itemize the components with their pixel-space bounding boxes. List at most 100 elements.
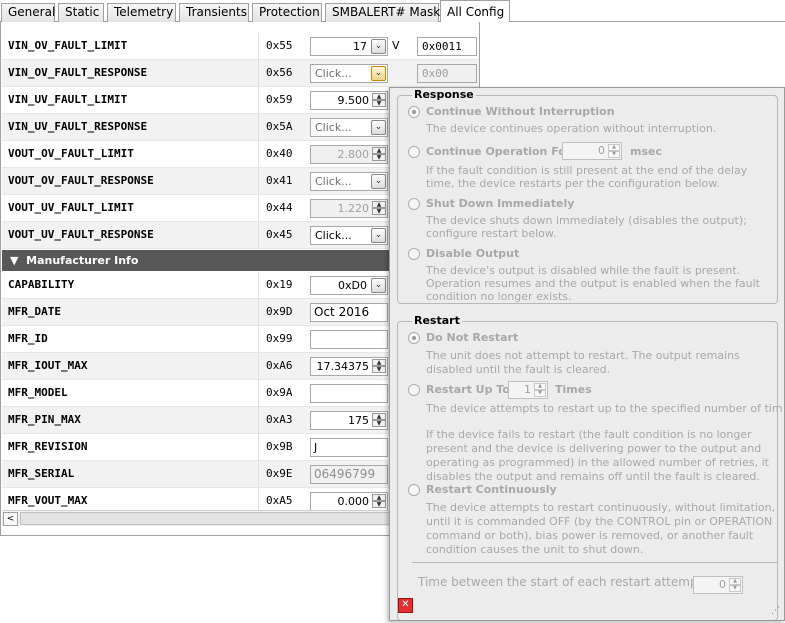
spinner[interactable]: ▲ ▼: [372, 359, 386, 374]
register-code: 0x99: [266, 332, 293, 345]
radio-button[interactable]: [408, 248, 420, 260]
spinner: ▲ ▼: [534, 383, 546, 397]
register-code: 0x55: [266, 39, 293, 52]
column-separator: [258, 353, 259, 379]
option-description: time, the device restarts per the config…: [426, 177, 720, 190]
spin-up-icon: ▲: [372, 201, 386, 208]
column-separator: [258, 272, 259, 298]
capability-select[interactable]: 0xD0 ⌄: [310, 276, 388, 295]
divider: [412, 562, 778, 563]
resize-grip-icon[interactable]: ⋰: [771, 607, 781, 617]
tab-telemetry[interactable]: Telemetry: [107, 3, 176, 22]
option-description: If the device fails to restart (the faul…: [426, 428, 752, 441]
mfr-iout-max-input[interactable]: 17.34375 ▲ ▼: [310, 357, 388, 376]
spin-up-icon[interactable]: ▲: [372, 494, 386, 501]
column-separator: [258, 326, 259, 352]
field-value: 175: [348, 414, 369, 427]
group-header-manufacturer-info[interactable]: ▼ Manufacturer Info: [2, 250, 390, 271]
radio-button[interactable]: [408, 146, 420, 158]
register-name: VOUT_UV_FAULT_LIMIT: [8, 201, 134, 214]
chevron-down-icon[interactable]: ⌄: [371, 120, 386, 135]
spin-up-icon: ▲: [372, 147, 386, 154]
option-description: If the fault condition is still present …: [426, 164, 748, 177]
radio-button[interactable]: [408, 332, 420, 344]
spin-down-icon[interactable]: ▼: [372, 366, 386, 373]
radio-button[interactable]: [408, 484, 420, 496]
spinner[interactable]: ▲ ▼: [372, 93, 386, 108]
mfr-date-input[interactable]: Oct 2016: [310, 303, 388, 322]
register-code: 0x19: [266, 278, 293, 291]
field-value: 0xD0: [338, 279, 367, 292]
register-name: MFR_MODEL: [8, 386, 68, 399]
scroll-left-icon[interactable]: <: [3, 512, 18, 526]
spinner[interactable]: ▲ ▼: [372, 413, 386, 428]
vin-uv-fault-response-select[interactable]: Click... ⌄: [310, 118, 388, 137]
vout-uv-fault-limit-input: 1.220 ▲ ▼: [310, 199, 388, 218]
field-value: Click...: [315, 229, 352, 242]
chevron-down-icon[interactable]: ⌄: [371, 278, 386, 293]
response-group: Response Continue Without Interruption T…: [397, 88, 778, 304]
register-name: MFR_DATE: [8, 305, 61, 318]
vin-ov-fault-limit-input[interactable]: 17 ⌄: [310, 37, 388, 56]
spin-down-icon[interactable]: ▼: [372, 501, 386, 508]
chevron-down-icon[interactable]: ⌄: [371, 66, 386, 81]
option-label: Restart Up To: [426, 383, 510, 396]
register-code: 0x9B: [266, 440, 293, 453]
register-name: MFR_SERIAL: [8, 467, 75, 480]
option-label: Continue Operation For: [426, 145, 572, 158]
field-value: 1.220: [337, 202, 370, 215]
chevron-down-icon[interactable]: ⌄: [371, 174, 386, 189]
spin-up-icon: ▲: [608, 144, 620, 151]
radio-button[interactable]: [408, 106, 420, 118]
vout-ov-fault-response-select[interactable]: Click... ⌄: [310, 172, 388, 191]
option-description: condition no longer exists.: [426, 290, 572, 303]
mfr-model-input[interactable]: [310, 384, 388, 403]
spin-down-icon[interactable]: ▼: [372, 100, 386, 107]
tab-static[interactable]: Static: [58, 3, 104, 22]
response-group-title: Response: [412, 88, 476, 102]
field-value: Click...: [315, 175, 352, 188]
vin-ov-fault-response-select[interactable]: Click... ⌄: [310, 64, 388, 83]
spin-down-icon: ▼: [372, 154, 386, 161]
spin-up-icon[interactable]: ▲: [372, 93, 386, 100]
mfr-revision-input[interactable]: J: [310, 438, 388, 457]
spinner: ▲ ▼: [372, 201, 386, 216]
option-description: Operation resumes and the output is enab…: [426, 277, 760, 290]
close-icon[interactable]: ✕: [398, 598, 413, 613]
vout-uv-fault-response-select[interactable]: Click... ⌄: [310, 226, 388, 245]
column-separator: [258, 33, 259, 59]
register-code: 0x9E: [266, 467, 293, 480]
spin-up-icon[interactable]: ▲: [372, 359, 386, 366]
mfr-pin-max-input[interactable]: 175 ▲ ▼: [310, 411, 388, 430]
register-code: 0xA6: [266, 359, 293, 372]
mfr-serial-input: 06496799: [310, 465, 388, 484]
chevron-down-icon[interactable]: ⌄: [371, 228, 386, 243]
spin-up-icon: ▲: [729, 578, 741, 585]
tab-smbalert-mask[interactable]: SMBALERT# Mask: [325, 3, 440, 22]
spin-down-icon: ▼: [534, 390, 546, 397]
option-label: Continue Without Interruption: [426, 105, 615, 118]
tab-transients[interactable]: Transients: [179, 3, 249, 22]
option-description: condition causes the unit to shut down.: [426, 543, 644, 556]
mfr-vout-max-input[interactable]: 0.000 ▲ ▼: [310, 492, 388, 511]
collapse-triangle-icon[interactable]: ▼: [10, 254, 18, 267]
register-code: 0x41: [266, 174, 293, 187]
spin-down-icon[interactable]: ▼: [372, 420, 386, 427]
scrollbar-thumb[interactable]: [20, 512, 390, 525]
column-separator: [258, 168, 259, 194]
mfr-id-input[interactable]: [310, 330, 388, 349]
spin-up-icon[interactable]: ▲: [372, 413, 386, 420]
chevron-down-icon[interactable]: ⌄: [371, 39, 386, 54]
field-value: 0: [598, 144, 605, 157]
tab-general[interactable]: General: [1, 3, 55, 22]
column-separator: [258, 407, 259, 433]
tab-protection[interactable]: Protection: [252, 3, 322, 22]
spinner: ▲ ▼: [729, 578, 741, 592]
restart-time-label: Time between the start of each restart a…: [418, 575, 707, 589]
radio-button[interactable]: [408, 384, 420, 396]
hex-value-field[interactable]: 0x0011: [417, 37, 477, 56]
spinner[interactable]: ▲ ▼: [372, 494, 386, 509]
tab-all-config[interactable]: All Config: [440, 0, 510, 22]
vin-uv-fault-limit-input[interactable]: 9.500 ▲ ▼: [310, 91, 388, 110]
radio-button[interactable]: [408, 198, 420, 210]
